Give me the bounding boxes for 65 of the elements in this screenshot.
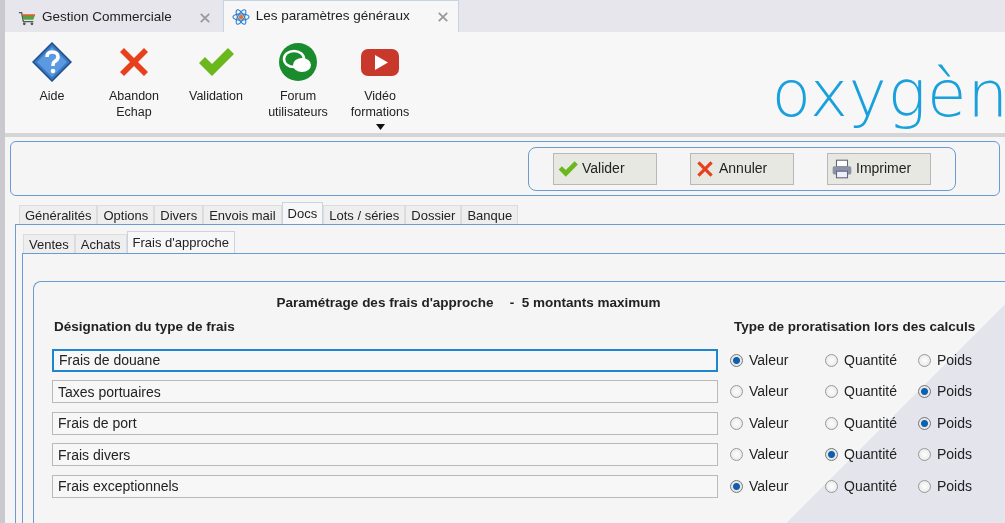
radio-button[interactable] [825,416,838,430]
radio-label: Quantité [844,476,897,496]
radio-button[interactable] [730,416,743,430]
section-subtitle: - 5 montants maximum [509,294,661,312]
action-button[interactable]: Valider [553,152,657,185]
radio-label: Valeur [749,476,789,496]
tab[interactable]: Généralités [19,205,98,224]
radio-button[interactable] [825,385,838,399]
radio-button[interactable] [918,479,931,493]
tab[interactable]: Envois mail [203,205,282,224]
radio-button[interactable] [730,353,743,367]
column-header: Type de proratisation lors des calculs [734,318,976,337]
tab[interactable]: Divers [154,205,204,224]
radio-button[interactable] [825,479,838,493]
tab[interactable]: Ventes [23,234,75,253]
toolbar-button[interactable]: Vidéo formations [339,42,421,133]
toolbar-button[interactable]: Abandon Echap [93,42,175,133]
radio-label: Valeur [749,350,789,370]
close-icon[interactable] [197,10,212,25]
tab[interactable]: Frais d'approche [126,231,235,253]
column-header: Désignation du type de frais [54,318,236,337]
radio-button[interactable] [918,416,931,430]
radio-button[interactable] [918,448,931,462]
input-field[interactable]: Frais de douane [52,348,718,372]
toolbar-button[interactable]: Aide [11,42,93,133]
radio-label: Poids [937,476,973,496]
radio-button[interactable] [825,353,838,367]
input-field[interactable]: Taxes portuaires [52,380,718,404]
radio-label: Quantité [844,382,897,402]
input-field[interactable]: Frais divers [52,443,718,467]
radio-button[interactable] [825,448,838,462]
radio-label: Valeur [749,413,789,433]
radio-button[interactable] [918,385,931,399]
tab[interactable]: Docs [281,202,324,224]
close-icon[interactable] [435,9,450,24]
tab[interactable]: Achats [74,234,127,253]
help-icon [32,42,72,82]
radio-button[interactable] [730,385,743,399]
section-title: Paramétrage des frais d'approche [276,294,494,312]
radio-label: Quantité [844,445,897,465]
tab[interactable]: Options [97,205,155,224]
radio-button[interactable] [730,448,743,462]
radio-label: Quantité [844,413,897,433]
printer-icon [831,157,853,180]
tab[interactable]: Dossier [405,205,462,224]
radio-button[interactable] [918,353,931,367]
atom-icon [231,7,250,26]
radio-label: Poids [937,350,973,370]
toolbar-button[interactable]: Validation [175,42,257,133]
radio-label: Valeur [749,445,789,465]
input-field[interactable]: Frais exceptionnels [52,474,718,498]
tab[interactable]: Lots / séries [323,205,406,224]
radio-label: Quantité [844,350,897,370]
radio-label: Poids [937,382,973,402]
app-tab[interactable]: Les paramètres généraux [222,0,459,32]
radio-label: Poids [937,445,973,465]
toolbar-button[interactable]: Forum utilisateurs [257,42,339,133]
radio-label: Poids [937,413,973,433]
tab[interactable]: Banque [461,205,519,224]
action-button[interactable]: Imprimer [827,152,931,185]
radio-button[interactable] [730,479,743,493]
action-button[interactable]: Annuler [690,152,794,185]
radio-label: Valeur [749,382,789,402]
chat-bubbles-icon [278,42,318,82]
input-field[interactable]: Frais de port [52,411,718,435]
